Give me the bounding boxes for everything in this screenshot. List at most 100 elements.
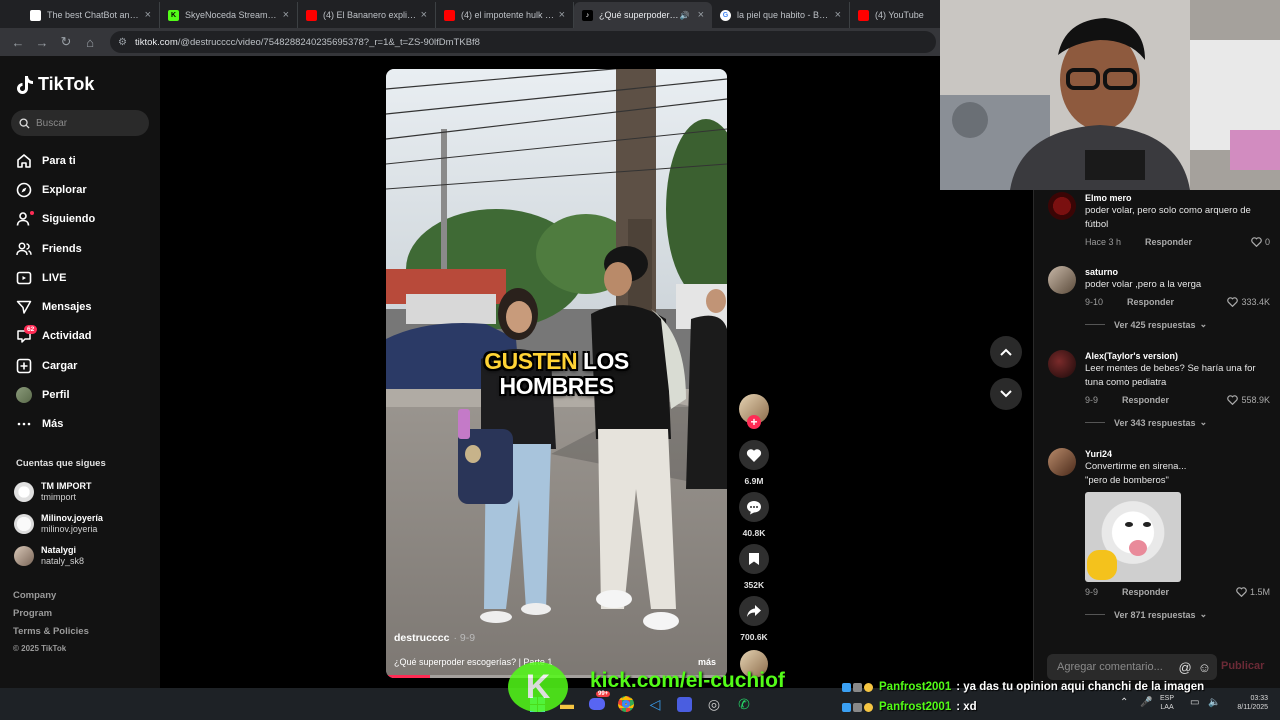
menu-item-para-ti[interactable]: Para ti [14, 146, 95, 175]
search-input[interactable]: Buscar [11, 110, 149, 136]
commenter-avatar[interactable] [1048, 350, 1076, 378]
replies-divider [1085, 422, 1105, 423]
forward-icon[interactable]: → [30, 30, 54, 54]
menu-item-explorar[interactable]: Explorar [14, 175, 95, 204]
following-account[interactable]: TM IMPORT tmimport [14, 476, 103, 508]
menu-item-live[interactable]: LIVE [14, 263, 95, 292]
comment-like-button[interactable]: 558.9K [1227, 395, 1270, 405]
share-button[interactable] [739, 596, 769, 626]
tiktok-logo[interactable]: TikTok [16, 74, 94, 95]
comment-input[interactable]: Agregar comentario... @ ☺ [1047, 654, 1217, 680]
bookmark-icon [749, 553, 759, 565]
language-indicator[interactable]: ESP LAA [1160, 694, 1174, 712]
view-replies-button[interactable]: Ver 343 respuestas ⌄ [1085, 417, 1270, 428]
account-handle: milinov.joyeria [41, 524, 98, 534]
browser-tab[interactable]: The best ChatBot and W × [22, 2, 160, 28]
tab-favicon [30, 9, 41, 21]
comment-count: 40.8K [742, 528, 766, 538]
view-replies-button[interactable]: Ver 871 respuestas ⌄ [1085, 609, 1270, 620]
close-tab-icon[interactable]: × [698, 9, 704, 21]
footer-link-company[interactable]: Company [13, 590, 89, 608]
thumbs-emoji [1087, 550, 1117, 580]
clock[interactable]: 03:33 8/11/2025 [1228, 694, 1268, 712]
like-button[interactable] [739, 440, 769, 470]
tab-title: SkyeNoceda Stream - Wa [185, 10, 279, 20]
chat-badges [842, 702, 875, 712]
close-tab-icon[interactable]: × [835, 9, 841, 21]
previous-video-button[interactable] [990, 336, 1022, 368]
chat-text: : xd [956, 701, 977, 713]
comment-time: 9-9 [1085, 587, 1099, 597]
comment-username[interactable]: Elmo mero [1085, 192, 1270, 204]
menu-item-perfil[interactable]: Perfil [14, 380, 95, 409]
speaker-icon[interactable]: 🔊 [680, 11, 690, 20]
menu-item-friends[interactable]: Friends [14, 234, 95, 263]
volume-icon[interactable]: 🔈 [1208, 698, 1220, 708]
save-button[interactable] [739, 544, 769, 574]
close-tab-icon[interactable]: × [145, 9, 151, 21]
back-icon[interactable]: ← [6, 30, 30, 54]
reload-icon[interactable]: ↻ [54, 30, 78, 54]
chevron-down-icon [1000, 390, 1012, 398]
replies-label: Ver 871 respuestas [1114, 609, 1196, 620]
comment-text: Convertirme en sirena... "pero de bomber… [1085, 461, 1187, 486]
close-tab-icon[interactable]: × [559, 9, 565, 21]
browser-tab-active[interactable]: ♪ ¿Qué superpoder esco🔊 × [574, 2, 712, 28]
url-field[interactable]: ⚙ tiktok.com/@destrucccc/video/754828824… [110, 31, 936, 53]
menu-label: Mensajes [42, 301, 92, 314]
home-icon[interactable]: ⌂ [78, 30, 102, 54]
emoji-icon[interactable]: ☺ [1198, 660, 1211, 675]
comment-like-count: 0 [1264, 237, 1270, 247]
footer-link-program[interactable]: Program [13, 608, 89, 626]
replies-divider [1085, 324, 1105, 325]
next-video-button[interactable] [990, 378, 1022, 410]
video-player[interactable]: GUSTEN LOS HOMBRES destrucccc · 9-9 ¿Qué … [386, 69, 727, 678]
video-author[interactable]: destrucccc · 9-9 [394, 632, 475, 644]
view-replies-button[interactable]: Ver 425 respuestas ⌄ [1085, 319, 1270, 330]
menu-item-mas[interactable]: Más [14, 410, 95, 439]
site-info-icon[interactable]: ⚙ [118, 37, 127, 48]
browser-tab[interactable]: (4) el impotente hulk - Yo × [436, 2, 574, 28]
footer-link-terms[interactable]: Terms & Policies [13, 626, 89, 644]
webcam-overlay [940, 0, 1280, 190]
browser-tab[interactable]: (4) El Bananero explica su × [298, 2, 436, 28]
reply-button[interactable]: Responder [1127, 297, 1174, 307]
tiktok-favicon: ♪ [582, 9, 593, 21]
reply-button[interactable]: Responder [1145, 237, 1192, 247]
compass-icon [14, 180, 34, 200]
comment-username[interactable]: saturno [1085, 266, 1270, 278]
close-tab-icon[interactable]: × [421, 9, 427, 21]
comment-button[interactable] [739, 492, 769, 522]
commenter-avatar[interactable] [1048, 192, 1076, 220]
commenter-avatar[interactable] [1048, 266, 1076, 294]
browser-tab[interactable]: Gla piel que habito - Busca × [712, 2, 850, 28]
author-name[interactable]: destrucccc [394, 632, 449, 644]
following-account[interactable]: Milinov.joyería milinov.joyeria [14, 508, 103, 540]
reply-button[interactable]: Responder [1122, 395, 1169, 405]
comment-like-button[interactable]: 1.5M [1236, 587, 1270, 597]
menu-item-mensajes[interactable]: Mensajes [14, 292, 95, 321]
menu-item-siguiendo[interactable]: Siguiendo [14, 205, 95, 234]
comment-username[interactable]: Yuri24 [1085, 448, 1270, 460]
comment-username[interactable]: Alex(Taylor's version) [1085, 350, 1270, 362]
commenter-avatar[interactable] [1048, 448, 1076, 476]
comment-like-button[interactable]: 0 [1251, 237, 1270, 247]
reply-button[interactable]: Responder [1122, 587, 1169, 597]
comment-image[interactable] [1085, 492, 1181, 582]
microphone-icon[interactable]: 🎤 [1140, 698, 1152, 708]
menu-item-cargar[interactable]: Cargar [14, 351, 95, 380]
menu-item-actividad[interactable]: 62 Actividad [14, 322, 95, 351]
account-handle: tmimport [41, 492, 77, 502]
upload-icon [14, 356, 34, 376]
comment-like-button[interactable]: 333.4K [1227, 297, 1270, 307]
tab-favicon: G [720, 9, 731, 21]
browser-tab[interactable]: K SkyeNoceda Stream - Wa × [160, 2, 298, 28]
close-tab-icon[interactable]: × [283, 9, 289, 21]
follow-plus-icon[interactable]: + [747, 415, 761, 429]
tray-chevron-icon[interactable]: ⌃ [1120, 698, 1128, 708]
following-account[interactable]: Natalygi nataly_sk8 [14, 540, 103, 572]
menu-label: Perfil [42, 389, 70, 402]
network-icon[interactable]: ▭ [1190, 698, 1199, 708]
publish-button[interactable]: Publicar [1221, 660, 1264, 672]
mention-icon[interactable]: @ [1179, 660, 1192, 675]
